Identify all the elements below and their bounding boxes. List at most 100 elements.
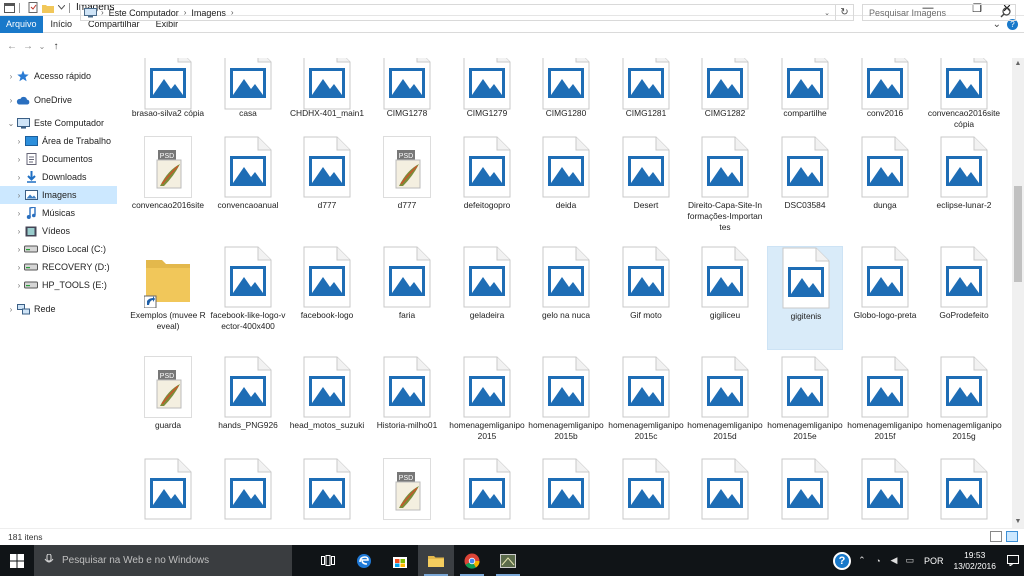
file-item[interactable]: gigitenis: [767, 246, 843, 350]
recent-locations-button[interactable]: ⌄: [36, 36, 48, 56]
action-center-button[interactable]: [1002, 545, 1024, 576]
nav-item-hp-tools-e-[interactable]: › HP_TOOLS (E:): [0, 276, 117, 294]
address-bar[interactable]: › Este Computador › Imagens › ⌄ ↻: [80, 4, 854, 21]
chevron-right-icon[interactable]: ›: [6, 305, 16, 314]
file-item[interactable]: homenagemliganipo2015c: [608, 356, 684, 460]
file-item[interactable]: defeitogopro: [449, 136, 525, 240]
file-item[interactable]: gigiliceu: [687, 246, 763, 350]
nav-item-imagens[interactable]: › Imagens: [0, 186, 117, 204]
file-item[interactable]: Exemplos (muvee Reveal): [130, 246, 206, 350]
file-item[interactable]: Gif moto: [608, 246, 684, 350]
breadcrumb-este-computador[interactable]: Este Computador: [109, 8, 179, 18]
details-view-button[interactable]: [990, 531, 1002, 542]
file-item[interactable]: GoProdefeito: [926, 246, 1002, 350]
file-item[interactable]: head_motos_suzuki: [289, 356, 365, 460]
chrome-icon[interactable]: [454, 545, 490, 576]
tab-inicio[interactable]: Início: [43, 16, 81, 33]
file-item[interactable]: [608, 458, 684, 528]
chevron-right-icon[interactable]: ›: [6, 72, 16, 81]
file-item[interactable]: homenagemliganipo2015b: [528, 356, 604, 460]
chevron-right-icon[interactable]: ›: [14, 281, 24, 290]
search-input[interactable]: Pesquisar Imagens: [869, 8, 946, 18]
scroll-up-button[interactable]: ▲: [1012, 58, 1024, 70]
file-item[interactable]: Desert: [608, 136, 684, 240]
file-item[interactable]: Globo-logo-preta: [847, 246, 923, 350]
language-indicator[interactable]: POR: [924, 556, 944, 566]
file-item[interactable]: homenagemliganipo2015: [449, 356, 525, 460]
tab-arquivo[interactable]: Arquivo: [0, 15, 43, 33]
chevron-right-icon[interactable]: ›: [14, 191, 24, 200]
file-item[interactable]: [289, 458, 365, 528]
file-item[interactable]: [528, 458, 604, 528]
file-item[interactable]: PSD: [369, 458, 445, 528]
file-item[interactable]: [687, 458, 763, 528]
nav-item-área-de-trabalho[interactable]: › Área de Trabalho: [0, 132, 117, 150]
chevron-down-icon[interactable]: [57, 2, 65, 13]
back-button[interactable]: ←: [4, 36, 20, 56]
chevron-right-icon[interactable]: ›: [14, 209, 24, 218]
app-icon[interactable]: [490, 545, 526, 576]
file-item[interactable]: homenagemliganipo2015g: [926, 356, 1002, 460]
file-item[interactable]: gelo na nuca: [528, 246, 604, 350]
nav-item-recovery-d-[interactable]: › RECOVERY (D:): [0, 258, 117, 276]
store-icon[interactable]: [382, 545, 418, 576]
explorer-icon[interactable]: [3, 2, 15, 13]
file-item[interactable]: homenagemliganipo2015d: [687, 356, 763, 460]
hidden-icons-icon[interactable]: ⌃: [854, 545, 870, 576]
chevron-right-icon[interactable]: ›: [6, 96, 16, 105]
file-item[interactable]: facebook-logo: [289, 246, 365, 350]
address-dropdown-button[interactable]: ⌄: [821, 5, 833, 20]
file-item[interactable]: dunga: [847, 136, 923, 240]
chevron-right-icon[interactable]: ›: [14, 173, 24, 182]
file-item[interactable]: Direito-Capa-Site-Informações-Importante…: [687, 136, 763, 240]
large-icons-view-button[interactable]: [1006, 531, 1018, 542]
start-button[interactable]: [0, 545, 34, 576]
scroll-down-button[interactable]: ▼: [1012, 516, 1024, 528]
nav-item-documentos[interactable]: › Documentos: [0, 150, 117, 168]
file-item[interactable]: PSD convencao2016site: [130, 136, 206, 240]
file-item[interactable]: [847, 458, 923, 528]
forward-button[interactable]: →: [20, 36, 36, 56]
nav-item-disco-local-c-[interactable]: › Disco Local (C:): [0, 240, 117, 258]
file-item[interactable]: [130, 458, 206, 528]
file-item[interactable]: eclipse-lunar-2: [926, 136, 1002, 240]
taskbar-search-input[interactable]: Pesquisar na Web e no Windows: [62, 555, 209, 566]
nav-item-onedrive[interactable]: › OneDrive: [0, 91, 117, 109]
volume-icon[interactable]: ◀: [886, 545, 902, 576]
file-item[interactable]: homenagemliganipo2015f: [847, 356, 923, 460]
search-box[interactable]: Pesquisar Imagens: [862, 4, 1016, 21]
breadcrumb-imagens[interactable]: Imagens: [191, 8, 226, 18]
file-item[interactable]: Historia-milho01: [369, 356, 445, 460]
chevron-right-icon[interactable]: ›: [14, 155, 24, 164]
scroll-thumb[interactable]: [1014, 186, 1022, 282]
taskbar-search[interactable]: Pesquisar na Web e no Windows: [34, 545, 292, 576]
up-button[interactable]: ↑: [48, 36, 64, 56]
file-item[interactable]: convencaoanual: [210, 136, 286, 240]
nav-item-rede[interactable]: › Rede: [0, 300, 117, 318]
file-item[interactable]: faria: [369, 246, 445, 350]
chevron-right-icon[interactable]: ›: [14, 263, 24, 272]
file-item[interactable]: deida: [528, 136, 604, 240]
clock[interactable]: 19:53 13/02/2016: [953, 550, 996, 572]
file-item[interactable]: [210, 458, 286, 528]
new-folder-icon[interactable]: [42, 2, 54, 13]
nav-item-vídeos[interactable]: › Vídeos: [0, 222, 117, 240]
chevron-right-icon[interactable]: ›: [14, 245, 24, 254]
breadcrumb-separator[interactable]: ›: [231, 8, 234, 17]
file-item[interactable]: PSD d777: [369, 136, 445, 240]
network-tray-icon[interactable]: ◔: [870, 545, 886, 576]
file-item[interactable]: geladeira: [449, 246, 525, 350]
chevron-down-icon[interactable]: ⌄: [6, 119, 16, 128]
nav-item-acesso-rápido[interactable]: › Acesso rápido: [0, 67, 117, 85]
file-item[interactable]: DSC03584: [767, 136, 843, 240]
nav-item-este-computador[interactable]: ⌄ Este Computador: [0, 114, 117, 132]
chevron-right-icon[interactable]: ›: [14, 227, 24, 236]
file-item[interactable]: hands_PNG926: [210, 356, 286, 460]
refresh-button[interactable]: ↻: [835, 5, 853, 20]
file-item[interactable]: [449, 458, 525, 528]
file-item[interactable]: homenagemliganipo2015e: [767, 356, 843, 460]
file-explorer-icon[interactable]: [418, 545, 454, 576]
breadcrumb-separator[interactable]: ›: [184, 8, 187, 17]
file-item[interactable]: [926, 458, 1002, 528]
chevron-right-icon[interactable]: ›: [14, 137, 24, 146]
